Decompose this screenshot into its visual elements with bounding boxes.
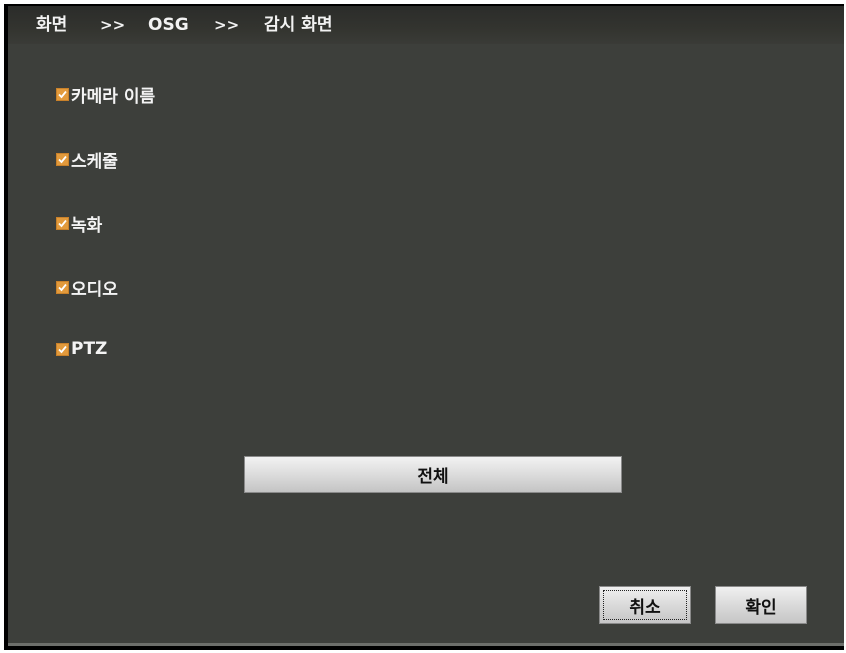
breadcrumb-separator: >>	[214, 16, 240, 34]
checkbox-checked-icon[interactable]	[56, 281, 69, 294]
breadcrumb-item-monitor-screen: 감시 화면	[264, 15, 333, 35]
cancel-button[interactable]: 취소	[599, 586, 691, 624]
breadcrumb-separator: >>	[100, 16, 126, 34]
option-schedule[interactable]: 스케줄	[56, 147, 118, 172]
option-camera-name[interactable]: 카메라 이름	[56, 82, 155, 107]
option-label: PTZ	[71, 339, 108, 359]
option-label: 카메라 이름	[71, 87, 156, 107]
option-ptz[interactable]: PTZ	[56, 339, 107, 359]
checkbox-checked-icon[interactable]	[56, 342, 69, 356]
option-audio[interactable]: 오디오	[56, 275, 118, 300]
option-label: 녹화	[71, 216, 103, 236]
select-all-button[interactable]: 전체	[244, 456, 622, 493]
breadcrumb-item-osg: OSG	[148, 15, 189, 35]
option-label: 오디오	[71, 280, 118, 300]
ok-button[interactable]: 확인	[715, 586, 807, 624]
breadcrumb-item-screen: 화면	[36, 15, 68, 35]
osg-dialog: 화면 >> OSG >> 감시 화면 카메라 이름 스케줄 녹화 오디오 PTZ	[8, 6, 844, 646]
checkbox-checked-icon[interactable]	[56, 153, 69, 166]
option-label: 스케줄	[71, 152, 118, 172]
checkbox-checked-icon[interactable]	[56, 88, 69, 101]
option-record[interactable]: 녹화	[56, 211, 102, 236]
title-bar: 화면 >> OSG >> 감시 화면	[8, 6, 844, 44]
checkbox-checked-icon[interactable]	[56, 217, 69, 230]
